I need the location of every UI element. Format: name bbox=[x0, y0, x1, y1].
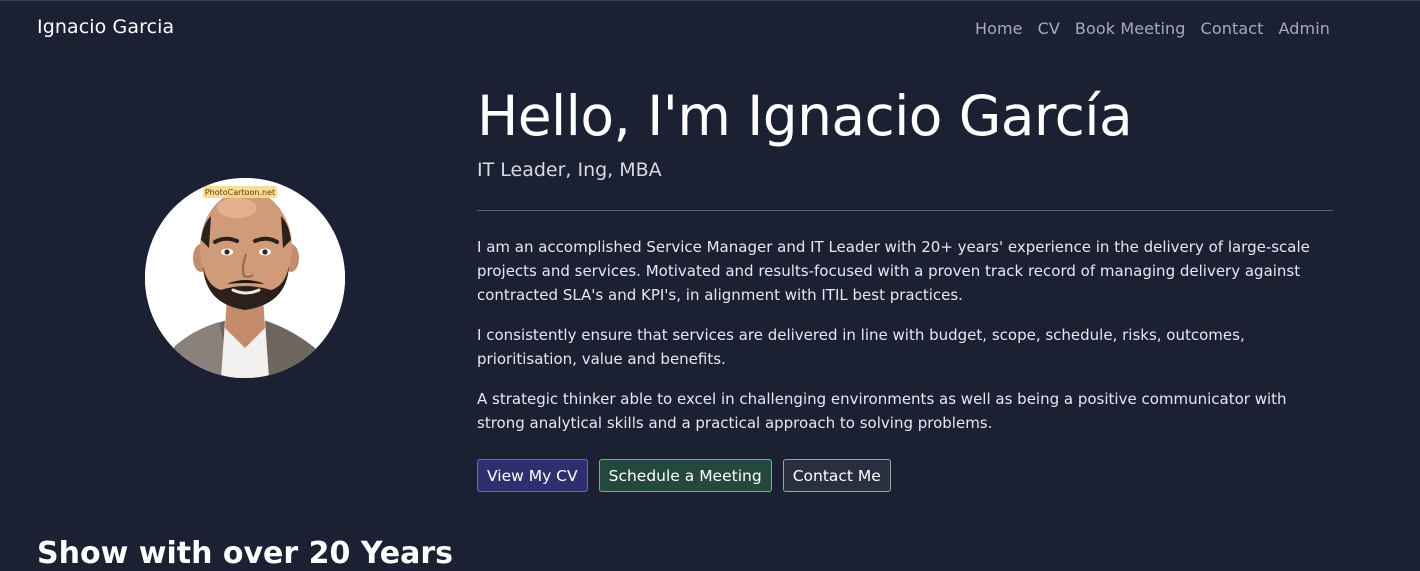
page-title: Hello, I'm Ignacio García bbox=[477, 84, 1133, 148]
avatar-portrait: PhotoCartoon.net bbox=[145, 178, 345, 378]
avatar: PhotoCartoon.net bbox=[145, 178, 345, 378]
brand-link[interactable]: Ignacio Garcia bbox=[37, 16, 174, 38]
nav-book-meeting-link[interactable]: Book Meeting bbox=[1075, 19, 1186, 38]
nav-contact-link[interactable]: Contact bbox=[1201, 19, 1264, 38]
navbar: Ignacio Garcia Home CV Book Meeting Cont… bbox=[0, 0, 1420, 58]
divider bbox=[477, 210, 1333, 211]
next-section-heading: Show with over 20 Years bbox=[37, 536, 454, 571]
view-cv-button[interactable]: View My CV bbox=[477, 459, 588, 492]
nav-links: Home CV Book Meeting Contact Admin bbox=[975, 19, 1330, 38]
bio-paragraph-1: I am an accomplished Service Manager and… bbox=[477, 238, 1310, 304]
schedule-meeting-button[interactable]: Schedule a Meeting bbox=[598, 459, 772, 492]
nav-admin-link[interactable]: Admin bbox=[1279, 19, 1331, 38]
nav-home-link[interactable]: Home bbox=[975, 19, 1023, 38]
contact-me-button[interactable]: Contact Me bbox=[782, 459, 891, 492]
bio-paragraph-3: A strategic thinker able to excel in cha… bbox=[477, 390, 1287, 432]
hero-subtitle: IT Leader, Ing, MBA bbox=[477, 159, 662, 181]
avatar-watermark: PhotoCartoon.net bbox=[205, 188, 275, 197]
hero-actions: View My CV Schedule a Meeting Contact Me bbox=[477, 459, 891, 492]
bio-paragraph-2: I consistently ensure that services are … bbox=[477, 326, 1245, 368]
nav-cv-link[interactable]: CV bbox=[1038, 19, 1060, 38]
